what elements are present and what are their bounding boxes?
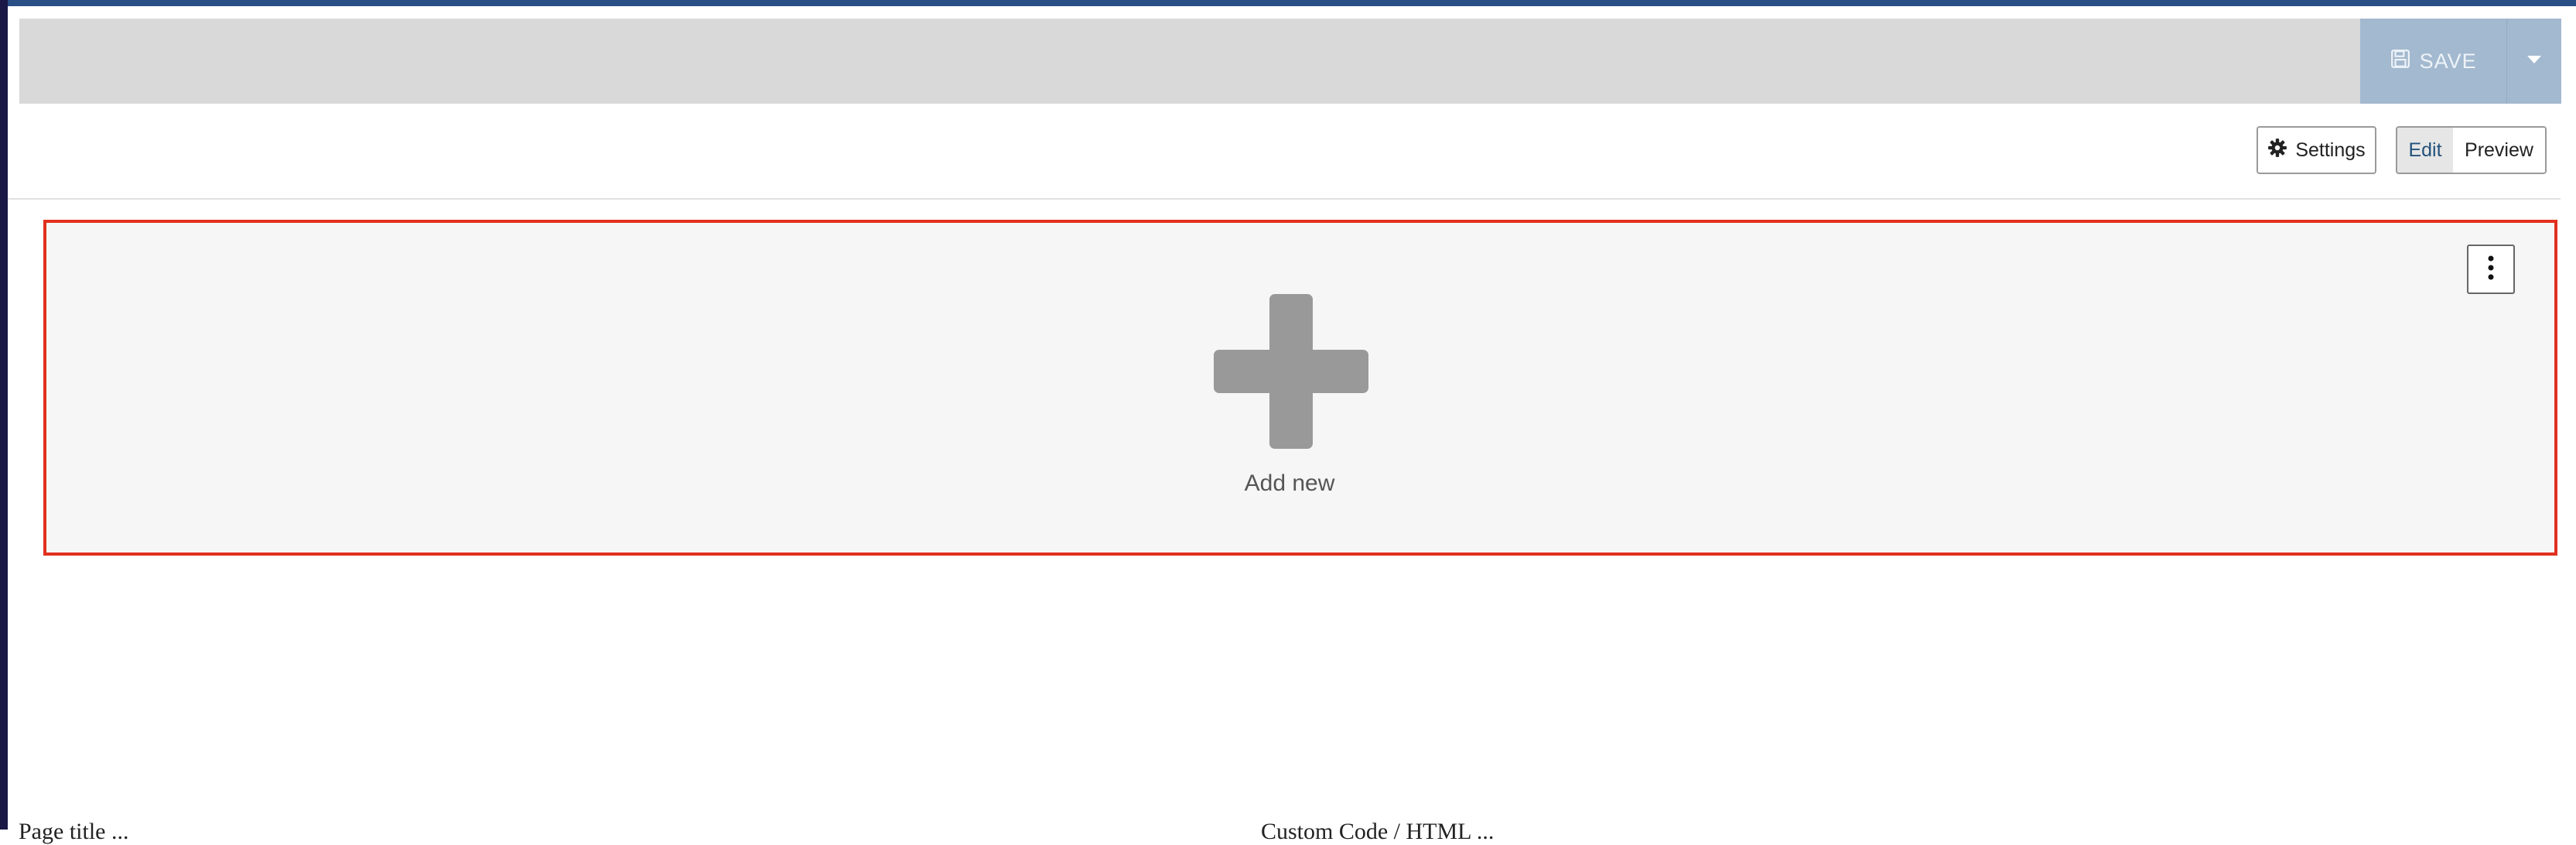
save-button-group: SAVE [2360,19,2561,104]
save-label: SAVE [2419,49,2477,73]
top-accent-strip [0,0,2576,6]
add-new-button[interactable]: Add new [1197,288,1382,505]
floppy-disk-icon [2390,49,2410,74]
custom-code-text: Custom Code / HTML ... [1261,819,1495,844]
left-edge [0,0,8,830]
save-button[interactable]: SAVE [2360,19,2506,104]
block-menu-button[interactable] [2467,245,2515,294]
add-new-label: Add new [1244,470,1335,496]
edit-preview-toggle: Edit Preview [2396,126,2547,174]
caret-down-icon [2526,54,2543,69]
editor-toolbar [19,19,2561,104]
gear-icon [2267,138,2287,163]
controls-row: Settings Edit Preview [8,105,2561,200]
edit-mode-button[interactable]: Edit [2397,128,2453,173]
settings-button[interactable]: Settings [2257,126,2376,174]
preview-mode-button[interactable]: Preview [2453,128,2545,173]
save-options-dropdown[interactable] [2506,19,2561,104]
plus-icon [1214,294,1368,449]
page-title-text: Page title ... [19,819,129,844]
vertical-dots-icon [2487,255,2495,285]
settings-label: Settings [2295,139,2366,161]
